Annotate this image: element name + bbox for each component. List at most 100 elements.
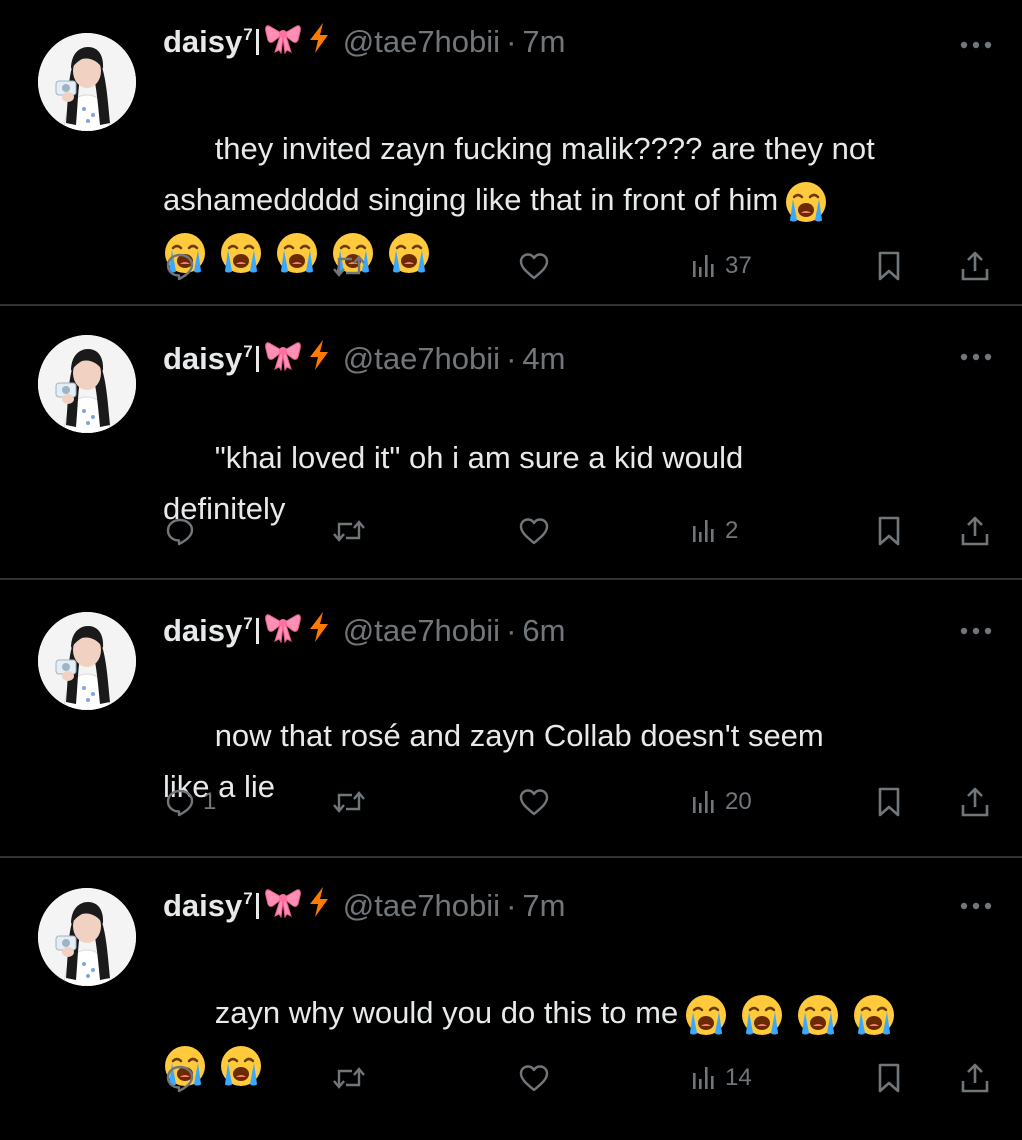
more-icon[interactable] — [958, 349, 994, 361]
tweet-header: daisy7 @tae7hobii · 6m — [163, 609, 565, 653]
bow-icon — [264, 22, 301, 62]
bookmark-icon — [875, 250, 903, 282]
reply-icon — [165, 516, 195, 546]
separator-dot: · — [506, 341, 517, 376]
avatar[interactable] — [38, 33, 136, 131]
views-count: 14 — [725, 1064, 752, 1091]
separator-dot: · — [506, 613, 517, 648]
reply-button[interactable] — [165, 509, 203, 553]
bookmark-button[interactable] — [875, 780, 903, 824]
views-count: 37 — [725, 252, 752, 279]
lightning-icon — [307, 886, 331, 926]
tweet-text: zayn why would you do this to me — [163, 936, 1003, 1140]
user-handle[interactable]: @tae7hobii — [343, 613, 500, 649]
tweet-actions: 14 — [0, 1056, 1022, 1100]
heart-icon — [518, 251, 550, 281]
tweet-text-content: they invited zayn fucking malik???? are … — [163, 131, 875, 217]
bookmark-icon — [875, 515, 903, 547]
retweet-icon — [330, 251, 368, 281]
like-button[interactable] — [518, 244, 550, 288]
tweet-actions: 37 — [0, 244, 1022, 288]
share-icon — [959, 786, 991, 818]
tweet[interactable]: daisy7 @tae7hobii · 7m they invited zayn… — [0, 0, 1022, 304]
emoji-group — [684, 993, 896, 1037]
lightning-icon — [307, 611, 331, 651]
tweet[interactable]: daisy7 @tae7hobii · 4m "khai loved it" o… — [0, 306, 1022, 578]
tweet-header: daisy7 @tae7hobii · 4m — [163, 337, 565, 381]
reply-icon — [165, 251, 195, 281]
lightning-icon — [307, 339, 331, 379]
heart-icon — [518, 516, 550, 546]
reply-button[interactable] — [165, 1056, 203, 1100]
tweet[interactable]: daisy7 @tae7hobii · 6m now that rosé and… — [0, 580, 1022, 856]
share-icon — [959, 1062, 991, 1094]
more-icon[interactable] — [958, 623, 994, 635]
tweet-actions: 1 20 — [0, 780, 1022, 824]
bookmark-button[interactable] — [875, 244, 903, 288]
share-icon — [959, 515, 991, 547]
timestamp[interactable]: 6m — [522, 613, 565, 649]
user-handle[interactable]: @tae7hobii — [343, 888, 500, 924]
bow-icon — [264, 339, 301, 379]
retweet-icon — [330, 516, 368, 546]
retweet-icon — [330, 787, 368, 817]
views-icon — [691, 787, 717, 817]
retweet-button[interactable] — [330, 780, 368, 824]
avatar[interactable] — [38, 888, 136, 986]
separator-dot: · — [506, 888, 517, 923]
user-handle[interactable]: @tae7hobii — [343, 24, 500, 60]
avatar[interactable] — [38, 335, 136, 433]
display-name[interactable]: daisy7 — [163, 341, 253, 377]
tweet-feed: daisy7 @tae7hobii · 7m they invited zayn… — [0, 0, 1022, 1137]
tweet-actions: 2 — [0, 509, 1022, 553]
reply-button[interactable] — [165, 244, 203, 288]
retweet-button[interactable] — [330, 244, 368, 288]
reply-button[interactable]: 1 — [165, 780, 216, 824]
views-button[interactable]: 14 — [691, 1056, 752, 1100]
tweet-text-content: zayn why would you do this to me — [214, 995, 679, 1030]
views-button[interactable]: 2 — [691, 509, 738, 553]
share-button[interactable] — [959, 509, 991, 553]
heart-icon — [518, 787, 550, 817]
loudly-crying-face-emoji — [798, 994, 839, 1035]
retweet-button[interactable] — [330, 1056, 368, 1100]
name-bar — [255, 29, 259, 55]
display-name[interactable]: daisy7 — [163, 613, 253, 649]
reply-icon — [165, 787, 195, 817]
more-icon[interactable] — [958, 898, 994, 910]
user-handle[interactable]: @tae7hobii — [343, 341, 500, 377]
like-button[interactable] — [518, 1056, 550, 1100]
tweet-header: daisy7 @tae7hobii · 7m — [163, 20, 565, 64]
like-button[interactable] — [518, 509, 550, 553]
timestamp[interactable]: 4m — [522, 341, 565, 377]
like-button[interactable] — [518, 780, 550, 824]
tweet-text: now that rosé and zayn Collab doesn't se… — [163, 659, 1003, 863]
avatar[interactable] — [38, 612, 136, 710]
tweet-text: they invited zayn fucking malik???? are … — [163, 72, 1003, 327]
name-bar — [255, 618, 259, 644]
tweet-text: "khai loved it" oh i am sure a kid would… — [163, 381, 1003, 585]
share-button[interactable] — [959, 244, 991, 288]
loudly-crying-face-emoji — [786, 181, 827, 222]
loudly-crying-face-emoji — [854, 994, 895, 1035]
share-button[interactable] — [959, 780, 991, 824]
bow-icon — [264, 886, 301, 926]
views-button[interactable]: 37 — [691, 244, 752, 288]
bookmark-icon — [875, 1062, 903, 1094]
timestamp[interactable]: 7m — [522, 24, 565, 60]
bookmark-button[interactable] — [875, 1056, 903, 1100]
loudly-crying-face-emoji — [686, 994, 727, 1035]
loudly-crying-face-emoji — [742, 994, 783, 1035]
tweet[interactable]: daisy7 @tae7hobii · 7m zayn why would yo… — [0, 858, 1022, 1137]
bookmark-button[interactable] — [875, 509, 903, 553]
views-button[interactable]: 20 — [691, 780, 752, 824]
retweet-button[interactable] — [330, 509, 368, 553]
display-name[interactable]: daisy7 — [163, 888, 253, 924]
share-button[interactable] — [959, 1056, 991, 1100]
separator-dot: · — [506, 24, 517, 59]
retweet-icon — [330, 1063, 368, 1093]
emoji-group — [784, 180, 828, 224]
more-icon[interactable] — [958, 37, 994, 49]
timestamp[interactable]: 7m — [522, 888, 565, 924]
display-name[interactable]: daisy7 — [163, 24, 253, 60]
